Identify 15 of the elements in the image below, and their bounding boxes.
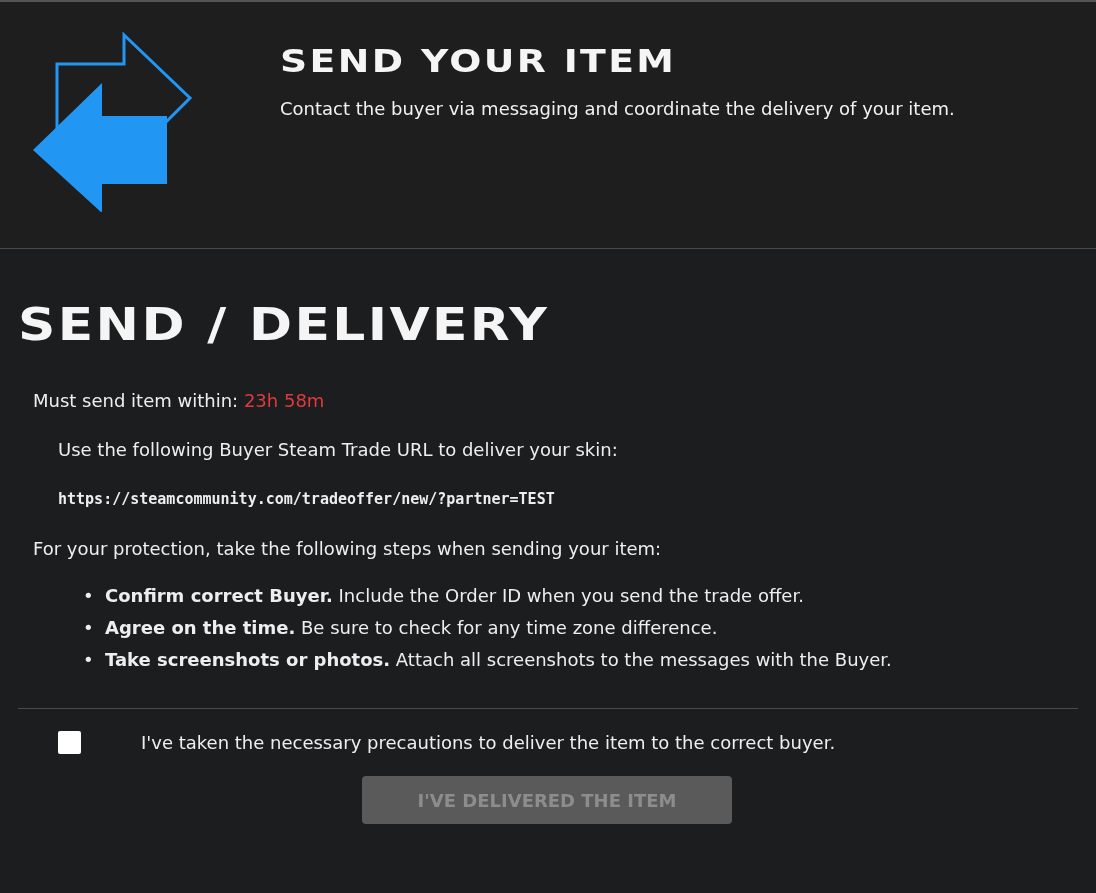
steps-intro: For your protection, take the following steps when sending your item: [33,538,663,559]
step-item: Confirm correct Buyer. Include the Order ID when you send the trade offer. [105,585,804,606]
header-description: Contact the buyer via messaging and coordinate the delivery of your item. [280,98,955,119]
section-title: SEND / DELIVERY [18,299,551,350]
step-item: Agree on the time. Be sure to check for any time zone difference. [105,617,718,638]
deadline-text: Must send item within: 23h 58m [33,390,326,411]
checkbox[interactable] [58,731,81,754]
step-item: Take screenshots or photos. Attach all screenshots to the messages with the Buyer. [105,649,892,670]
bullet: • [83,617,95,638]
confirmation-label: I've taken the necessary precautions to deliver the item to the correct buyer. [141,732,836,753]
url-instruction: Use the following Buyer Steam Trade URL to deliver your skin: [58,439,619,460]
trade-url: https://steamcommunity.com/tradeoffer/new/?partner=TEST [58,490,556,508]
header-title: SEND YOUR ITEM [280,42,678,80]
bullet: • [83,649,95,670]
bullet: • [83,585,95,606]
